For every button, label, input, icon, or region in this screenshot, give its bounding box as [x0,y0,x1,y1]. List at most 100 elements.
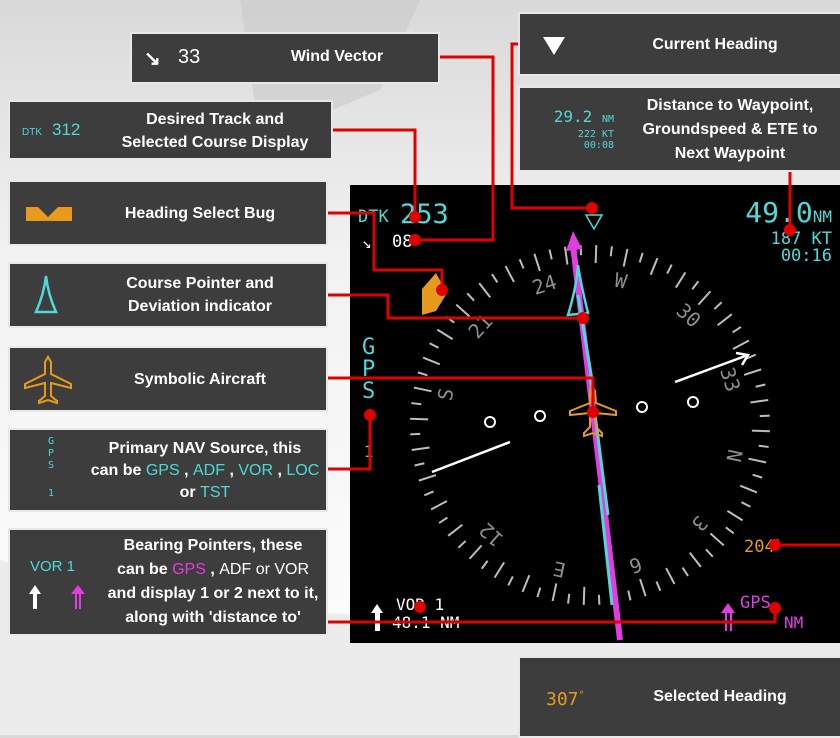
compass-tick [410,432,421,436]
compass-tick [751,429,770,433]
compass-tick [709,532,725,547]
compass-tick [752,473,763,479]
source-adf: ADF [193,462,225,479]
compass-tick [705,548,714,558]
deviation-dot-left2 [484,416,496,428]
compass-tick [417,371,428,377]
dtk-label-line2: Selected Course Display [121,134,309,151]
display-nav-1: 1 [363,442,374,461]
compass-tick [717,313,733,327]
compass-tick [480,560,489,570]
display-distance: 49.0 [745,196,813,229]
compass-tick [423,490,434,497]
compass-tick [755,383,766,388]
compass-tick [655,581,662,592]
groundspeed-sample: 222 KT [577,129,614,140]
compass-label: S [433,386,459,403]
heading-bug-icon [26,207,72,221]
compass-tick [697,290,712,306]
display-nav-source: G P S 1 [362,337,375,463]
compass-tick [622,248,629,267]
compass-tick [445,315,455,324]
ete-sample: 00:08 [583,140,614,151]
bottom-white-arrow [371,604,383,631]
compass-tick [468,544,483,560]
compass-tick [430,500,448,511]
compass-tick [447,523,463,537]
compass-tick [725,526,735,535]
white-bearing-pointer-tail [431,440,511,474]
compass-tick [429,342,439,349]
heading-bug-marker [422,273,447,315]
dtk-sample-prefix: DTK [22,127,42,138]
heading-bug-label: Heading Select Bug [124,205,276,222]
course-pointer-label-line2: Deviation indicator [127,298,273,315]
deviation-dot-right2 [687,396,699,408]
deviation-dot-right1 [636,401,648,413]
compass-label: 24 [529,270,559,300]
nav-source-line1: Primary NAV Source, this [108,440,302,457]
wind-sample-arrow: ↘ [144,48,161,70]
compass-tick [536,587,542,598]
compass-label: 6 [626,552,645,579]
bearing-line1: Bearing Pointers, these [123,537,303,554]
course-pointer-callout: Course Pointer and Deviation indicator [8,262,328,328]
compass-tick [688,552,702,568]
current-heading-label: Current Heading [652,36,778,53]
bearing-vor: or VOR [255,561,310,578]
compass-tick [518,258,525,269]
source-loc: LOC [286,462,320,479]
compass-tick [418,474,437,482]
compass-tick [457,540,467,549]
deviation-dot-left1 [534,410,546,422]
display-wind-arrow: ↘ [362,233,372,252]
compass-tick [741,501,751,508]
compass-tick [478,282,492,298]
nav-sample-p: P [48,448,55,459]
compass-tick [410,417,429,421]
dtk-sample-value: 312 [52,120,81,139]
bearing-line3: and display 1 or 2 next to it, [107,585,319,602]
display-distance-block: 49.0NM 187 KT 00:16 [745,199,832,265]
compass-tick [438,516,448,524]
compass-tick [665,567,676,585]
compass-tick [732,326,742,334]
compass-tick [411,402,422,406]
selected-heading-sample: 307° [546,689,585,710]
bearing-text: Bearing Pointers, these can be GPS , ADF… [100,534,326,630]
compass-tick [551,583,558,602]
wind-vector-callout: ↘ 33 Wind Vector [130,32,440,84]
distance-sample: 29.2 NM 222 KT 00:08 [530,108,614,152]
display-distance-unit: NM [812,207,832,226]
hsi-display: 24 W 30 33 N 3 6 E 12 S 21 DTK 253 ↘ 08 49 [350,185,840,643]
nav-source-text: Primary NAV Source, this can be GPS , AD… [82,438,328,504]
nav-source-sample: G P S 1 [48,436,54,500]
source-gps: GPS [145,462,180,479]
symbolic-aircraft-label: Symbolic Aircraft [134,371,266,388]
compass-tick [533,253,541,272]
compass-label: E [551,556,568,582]
bearing-gps: GPS [172,561,206,578]
dtk-label-line1: Desired Track and [146,111,284,128]
nav-sample-g: G [48,436,55,447]
compass-tick [413,386,432,393]
course-pointer-icon [34,275,58,314]
heading-bug-callout: Heading Select Bug [8,180,328,246]
source-vor: VOR [238,462,274,479]
nav-source-callout: G P S 1 Primary NAV Source, this can be … [8,428,328,512]
compass-tick [666,264,673,274]
distance-sample-unit: NM [601,114,614,125]
selected-heading-callout: 307° Selected Heading [518,656,840,738]
bearing-adf: ADF [219,561,252,578]
compass-label: N [721,447,747,464]
source-tst: TST [200,484,231,501]
distance-line1: Distance to Waypoint, [646,97,814,114]
current-heading-triangle [584,214,604,231]
course-pointer-label-line1: Course Pointer and [126,275,274,292]
compass-tick [436,328,454,341]
display-bearing-source: VOR 1 [396,595,445,614]
compass-tick [743,368,762,376]
distance-text: Distance to Waypoint, Groundspeed & ETE … [620,94,840,166]
compass-tick [759,414,770,418]
display-dtk-value: 253 [400,199,449,230]
